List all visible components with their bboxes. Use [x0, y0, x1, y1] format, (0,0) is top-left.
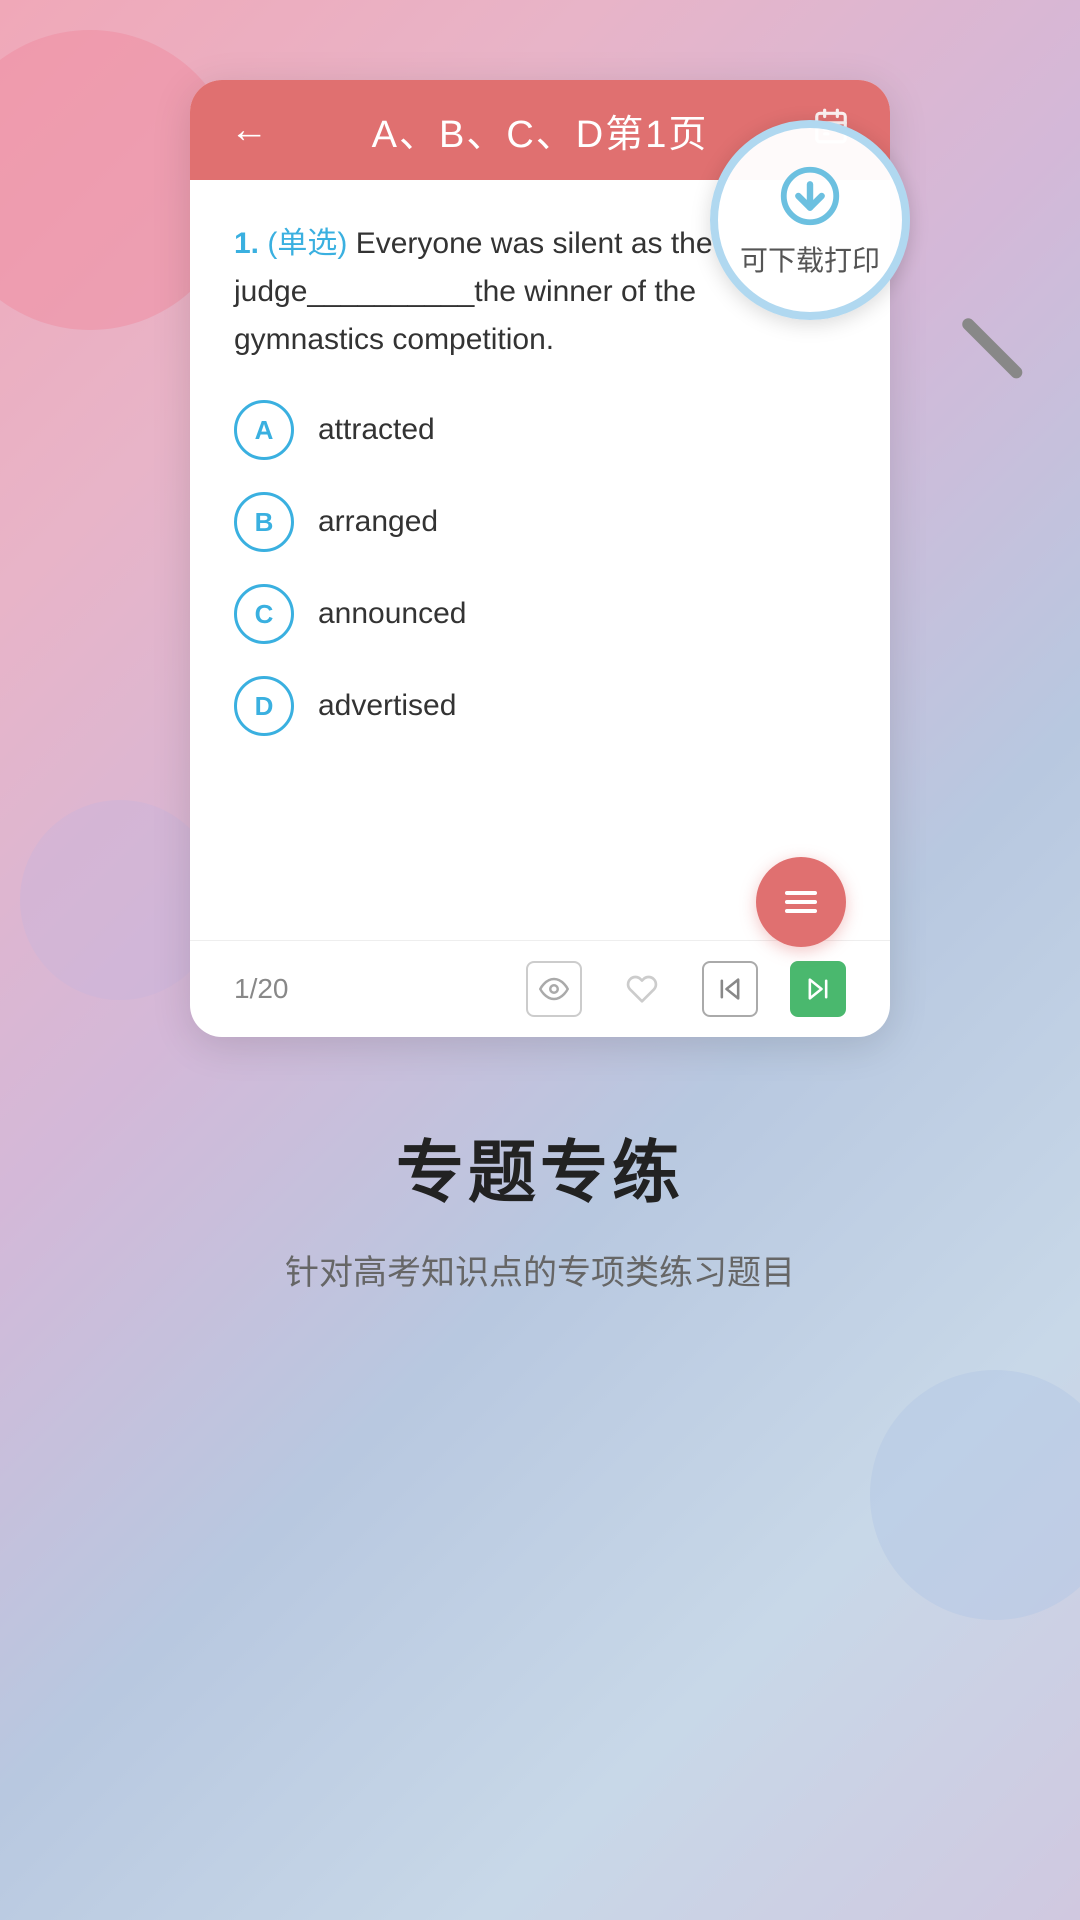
option-d[interactable]: D advertised	[234, 676, 846, 736]
prev-button[interactable]	[702, 961, 758, 1017]
bottom-bar: 1/20	[190, 940, 890, 1037]
next-button[interactable]	[790, 961, 846, 1017]
menu-icon	[785, 891, 817, 913]
favorite-button[interactable]	[614, 961, 670, 1017]
eye-button[interactable]	[526, 961, 582, 1017]
fab-menu-button[interactable]	[756, 857, 846, 947]
option-a-text: attracted	[318, 413, 435, 447]
magnifier-label: 可下载打印	[740, 239, 880, 279]
option-d-text: advertised	[318, 689, 456, 723]
magnifier-handle	[960, 316, 1025, 381]
bottom-subtitle: 针对高考知识点的专项类练习题目	[285, 1246, 795, 1300]
option-d-circle: D	[234, 676, 294, 736]
header-bar: ← A、B、C、D第1页	[190, 80, 890, 180]
option-b-text: arranged	[318, 505, 438, 539]
magnifier-circle: 可下载打印	[710, 120, 910, 320]
page-title: A、B、C、D第1页	[372, 103, 709, 158]
option-c[interactable]: C announced	[234, 584, 846, 644]
page-count: 1/20	[234, 973, 289, 1005]
bottom-actions	[526, 961, 846, 1017]
option-c-text: announced	[318, 597, 466, 631]
option-a-circle: A	[234, 400, 294, 460]
bottom-section: 专题专练 针对高考知识点的专项类练习题目	[205, 1117, 875, 1300]
option-b[interactable]: B arranged	[234, 492, 846, 552]
option-a[interactable]: A attracted	[234, 400, 846, 460]
phone-card: ← A、B、C、D第1页	[190, 80, 890, 1037]
question-type: (单选)	[267, 227, 347, 260]
magnifier-tooltip: 可下载打印	[710, 120, 950, 360]
options-list: A attracted B arranged C announced D	[234, 400, 846, 736]
bottom-title: 专题专练	[285, 1117, 795, 1216]
question-number: 1.	[234, 227, 259, 260]
back-button[interactable]: ←	[230, 109, 268, 152]
option-b-circle: B	[234, 492, 294, 552]
option-c-circle: C	[234, 584, 294, 644]
